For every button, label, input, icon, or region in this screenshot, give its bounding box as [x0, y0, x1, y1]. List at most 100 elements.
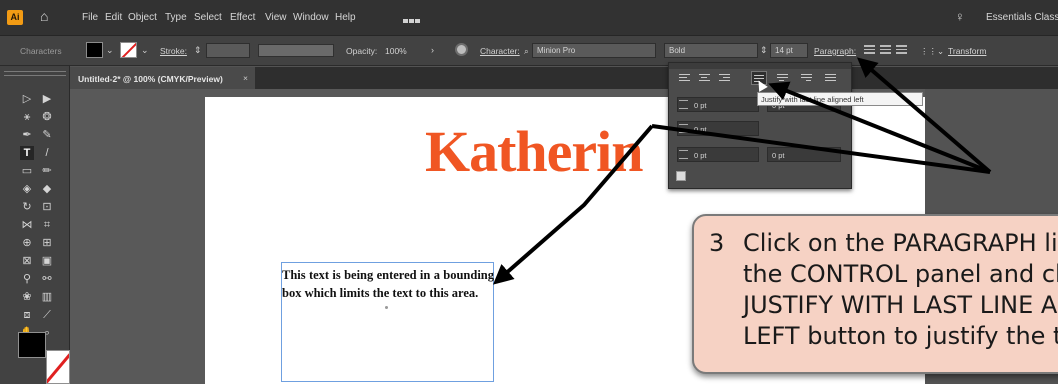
rotate-tool-icon[interactable]: ↻ — [20, 200, 34, 214]
shape-builder-tool-icon[interactable]: ⊕ — [20, 236, 34, 250]
justify-last-center-icon[interactable] — [775, 71, 791, 85]
align-right-icon[interactable] — [717, 71, 733, 85]
transform-link[interactable]: Transform — [948, 46, 986, 56]
curvature-tool-icon[interactable]: ✎ — [40, 128, 54, 142]
rectangle-tool-icon[interactable]: ▭ — [20, 164, 34, 178]
step-number: 3 — [709, 229, 725, 257]
stepper-icon[interactable]: ⇕ — [194, 45, 202, 56]
mesh-tool-icon[interactable]: ⊠ — [20, 254, 34, 268]
line-tool-icon[interactable]: / — [40, 146, 54, 160]
stroke-color-box[interactable] — [46, 350, 70, 384]
eraser-tool-icon[interactable]: ◈ — [20, 182, 34, 196]
menu-select[interactable]: Select — [194, 12, 222, 23]
font-style-value: Bold — [669, 46, 686, 55]
blob-brush-tool-icon[interactable]: ◆ — [40, 182, 54, 196]
chevron-down-icon[interactable]: ⌄ — [106, 45, 114, 56]
recolor-icon[interactable] — [455, 43, 468, 56]
opacity-value[interactable]: 100% — [385, 46, 407, 56]
paragraph-link[interactable]: Paragraph: — [814, 46, 856, 56]
tooltip: Justify with last line aligned left — [757, 92, 923, 106]
eyedropper-tool-icon[interactable]: ⚲ — [20, 272, 34, 286]
area-type-text[interactable]: This text is being entered in a bounding… — [282, 266, 494, 302]
hyphenate-checkbox[interactable] — [676, 171, 686, 181]
instruction-callout: 3 Click on the PARAGRAPH link in the CON… — [692, 214, 1058, 374]
lasso-tool-icon[interactable]: ❂ — [40, 110, 54, 124]
space-after-value: 0 pt — [772, 151, 785, 160]
justify-all-icon[interactable] — [823, 71, 839, 85]
type-tool-icon[interactable]: T — [20, 146, 34, 160]
document-tab-bar: Untitled-2* @ 100% (CMYK/Preview) × — [70, 67, 1058, 89]
space-after-field[interactable]: 0 pt — [767, 147, 841, 162]
space-before-icon — [679, 150, 688, 159]
free-transform-tool-icon[interactable]: ⌗ — [40, 218, 54, 232]
scale-tool-icon[interactable]: ⊡ — [40, 200, 54, 214]
menu-type[interactable]: Type — [165, 12, 187, 23]
menu-file[interactable]: File — [82, 12, 98, 23]
width-tool-icon[interactable]: ⋈ — [20, 218, 34, 232]
home-icon[interactable]: ⌂ — [40, 8, 48, 24]
justify-last-right-icon[interactable] — [799, 71, 815, 85]
space-before-field[interactable]: 0 pt — [677, 147, 759, 162]
menu-bar: Ai ⌂ File Edit Object Type Select Effect… — [0, 0, 1058, 36]
pen-tool-icon[interactable]: ✒ — [20, 128, 34, 142]
stepper-icon[interactable]: ⇕ — [760, 45, 768, 56]
selection-tool-icon[interactable]: ▷ — [20, 92, 34, 106]
panel-grip[interactable] — [669, 63, 851, 69]
magic-wand-tool-icon[interactable]: ⚹ — [20, 110, 34, 124]
instruction-line-1: Click on the PARAGRAPH link in — [743, 229, 1058, 257]
align-objects-icon[interactable]: ⋮⋮⌄ — [920, 46, 944, 57]
text-cursor — [385, 306, 388, 309]
first-line-indent-field[interactable]: 0 pt — [677, 121, 759, 136]
menu-help[interactable]: Help — [335, 12, 356, 23]
font-style-field[interactable]: Bold — [664, 43, 758, 58]
space-before-value: 0 pt — [694, 151, 707, 160]
first-line-row: 0 pt — [677, 121, 845, 136]
headline-text[interactable]: Katherin — [425, 118, 644, 185]
perspective-grid-tool-icon[interactable]: ⊞ — [40, 236, 54, 250]
artboard-tool-icon[interactable]: ⧈ — [20, 308, 34, 322]
chevron-down-icon[interactable]: ⌄ — [141, 45, 149, 56]
character-link[interactable]: Character: — [480, 46, 520, 56]
fill-swatch[interactable] — [86, 42, 103, 58]
workspace-switcher[interactable]: Essentials Classic — [986, 12, 1058, 23]
direct-selection-tool-icon[interactable]: ▶ — [40, 92, 54, 106]
blend-tool-icon[interactable]: ⚯ — [40, 272, 54, 286]
variable-width-profile[interactable] — [258, 44, 334, 57]
app-logo: Ai — [7, 10, 23, 25]
gradient-tool-icon[interactable]: ▣ — [40, 254, 54, 268]
align-left-icon[interactable] — [864, 45, 875, 54]
menu-edit[interactable]: Edit — [105, 12, 122, 23]
instruction-line-3: JUSTIFY WITH LAST LINE ALIGNED — [743, 291, 1058, 319]
align-center-icon[interactable] — [880, 45, 891, 54]
menu-effect[interactable]: Effect — [230, 12, 255, 23]
left-indent-field[interactable]: 0 pt — [677, 97, 759, 112]
align-right-icon[interactable] — [896, 45, 907, 54]
menu-view[interactable]: View — [265, 12, 287, 23]
stroke-weight-field[interactable] — [206, 43, 250, 58]
lightbulb-icon[interactable]: ♀ — [955, 9, 965, 24]
align-center-icon[interactable] — [697, 71, 713, 85]
instruction-line-4: LEFT button to justify the text. — [743, 322, 1058, 350]
first-line-indent-value: 0 pt — [694, 125, 707, 134]
panel-grip[interactable] — [4, 71, 66, 76]
text-bounding-box[interactable]: This text is being entered in a bounding… — [281, 262, 494, 382]
stroke-label[interactable]: Stroke: — [160, 46, 187, 56]
align-left-icon[interactable] — [677, 71, 693, 85]
first-line-indent-icon — [679, 124, 688, 133]
font-size-field[interactable]: 14 pt — [770, 43, 808, 58]
slice-tool-icon[interactable]: ⟋ — [40, 308, 54, 322]
fill-color-box[interactable] — [18, 332, 46, 358]
column-graph-tool-icon[interactable]: ▥ — [40, 290, 54, 304]
menu-window[interactable]: Window — [293, 12, 329, 23]
document-tab-title: Untitled-2* @ 100% (CMYK/Preview) — [78, 74, 223, 84]
left-indent-icon — [679, 100, 688, 109]
document-tab[interactable]: Untitled-2* @ 100% (CMYK/Preview) × — [70, 67, 255, 89]
pencil-tool-icon[interactable]: ✏ — [40, 164, 54, 178]
chevron-right-icon[interactable]: › — [431, 45, 434, 55]
close-tab-icon[interactable]: × — [243, 73, 248, 83]
arrange-documents-icon[interactable] — [403, 10, 427, 23]
menu-object[interactable]: Object — [128, 12, 157, 23]
symbol-sprayer-tool-icon[interactable]: ❀ — [20, 290, 34, 304]
font-family-field[interactable]: Minion Pro — [532, 43, 656, 58]
stroke-swatch[interactable] — [120, 42, 137, 58]
